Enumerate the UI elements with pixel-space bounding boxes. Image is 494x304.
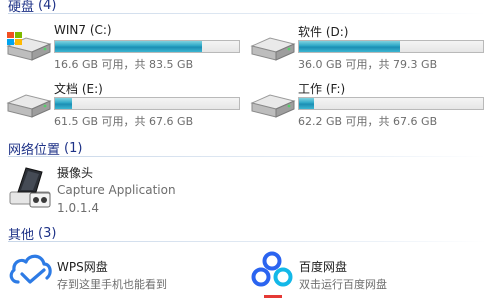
network-item-version: 1.0.1.4 <box>57 201 99 215</box>
other-item-baidu-netdisk[interactable]: 百度网盘 双击运行百度网盘 <box>250 250 486 300</box>
network-item-type: Capture Application <box>57 183 176 197</box>
drive-usage-fill <box>55 41 203 52</box>
drive-usage-fill <box>299 41 401 52</box>
drive-icon <box>6 94 52 118</box>
drive-name: 工作 (F:) <box>298 82 346 96</box>
section-divider <box>8 241 486 242</box>
drive-space-info: 61.5 GB 可用，共 67.6 GB <box>54 115 194 128</box>
other-item-desc: 存到这里手机也能看到 <box>57 278 167 291</box>
section-header-hard-disks[interactable]: 硬盘 (4) <box>8 0 486 15</box>
network-item-webcam[interactable]: 摄像头 Capture Application 1.0.1.4 <box>8 162 248 216</box>
section-header-other[interactable]: 其他 (3) <box>8 224 486 243</box>
drive-windows-icon <box>6 32 52 61</box>
other-item-name: 百度网盘 <box>299 260 348 274</box>
drive-usage-fill <box>55 98 72 109</box>
other-item-desc: 双击运行百度网盘 <box>299 278 387 291</box>
drive-usage-bar <box>298 97 484 110</box>
drive-usage-bar <box>298 40 484 53</box>
section-title: 其他 <box>8 227 35 243</box>
section-divider <box>8 13 486 14</box>
drive-usage-bar <box>54 97 240 110</box>
drive-space-info: 62.2 GB 可用，共 67.6 GB <box>298 115 438 128</box>
drive-space-info: 36.0 GB 可用，共 79.3 GB <box>298 58 438 71</box>
drive-name: 文档 (E:) <box>54 82 103 96</box>
section-title: 网络位置 <box>8 142 61 158</box>
drive-e[interactable]: 文档 (E:) 61.5 GB 可用，共 67.6 GB <box>4 79 244 128</box>
section-count: (4) <box>38 0 57 13</box>
section-count: (3) <box>38 225 57 241</box>
baidu-netdisk-icon <box>251 251 293 298</box>
drive-icon <box>250 94 296 118</box>
drive-usage-fill <box>299 98 314 109</box>
section-count: (1) <box>64 140 83 156</box>
drive-name: WIN7 (C:) <box>54 23 112 37</box>
network-item-name: 摄像头 <box>57 166 94 180</box>
drive-name: 软件 (D:) <box>298 25 349 39</box>
drive-usage-bar <box>54 40 240 53</box>
drive-d[interactable]: 软件 (D:) 36.0 GB 可用，共 79.3 GB <box>248 22 488 71</box>
drive-icon <box>250 37 296 61</box>
drive-c[interactable]: WIN7 (C:) 16.6 GB 可用，共 83.5 GB <box>4 22 244 71</box>
section-divider <box>8 156 486 157</box>
section-header-network-locations[interactable]: 网络位置 (1) <box>8 139 486 158</box>
other-item-wps-cloud[interactable]: WPS网盘 存到这里手机也能看到 <box>8 250 238 294</box>
other-item-name: WPS网盘 <box>57 260 108 274</box>
drive-f[interactable]: 工作 (F:) 62.2 GB 可用，共 67.6 GB <box>248 79 488 128</box>
wps-cloud-icon <box>9 254 52 284</box>
webcam-icon <box>9 167 51 208</box>
drive-space-info: 16.6 GB 可用，共 83.5 GB <box>54 58 194 71</box>
